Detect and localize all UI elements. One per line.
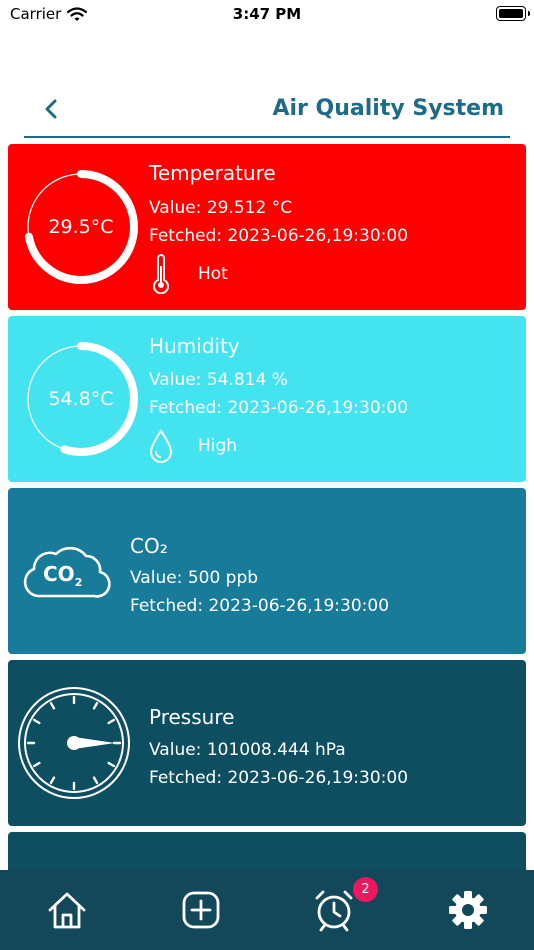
pressure-gauge-icon [18, 687, 130, 799]
pressure-card[interactable]: Pressure Value: 101008.444 hPa Fetched: … [8, 660, 526, 826]
co2-icon-co: CO [43, 562, 75, 586]
humidity-card[interactable]: 54.8°C Humidity Value: 54.814 % Fetched:… [8, 316, 526, 482]
co2-value: Value: 500 ppb [130, 568, 259, 588]
back-chevron-icon[interactable] [40, 95, 64, 123]
status-bar: Carrier 3:47 PM [0, 0, 534, 28]
thermometer-icon [153, 254, 169, 294]
humidity-title: Humidity [149, 334, 240, 358]
add-icon[interactable] [179, 888, 223, 932]
temperature-status: Hot [198, 264, 228, 284]
co2-cloud-icon: CO2 [20, 538, 112, 604]
home-icon[interactable] [45, 888, 89, 932]
water-drop-icon [149, 429, 173, 463]
humidity-status: High [198, 436, 238, 456]
humidity-fetched: Fetched: 2023-06-26,19:30:00 [149, 398, 409, 418]
humidity-gauge: 54.8°C [21, 339, 141, 459]
pressure-title: Pressure [149, 705, 235, 729]
pressure-fetched: Fetched: 2023-06-26,19:30:00 [149, 768, 409, 788]
temperature-title: Temperature [149, 161, 276, 185]
alarm-badge: 2 [353, 877, 378, 902]
settings-icon[interactable] [446, 888, 490, 932]
tab-bar [0, 870, 534, 950]
co2-icon-sub: 2 [74, 576, 83, 589]
temperature-gauge-value: 29.5°C [48, 216, 114, 238]
alarm-icon[interactable] [312, 888, 356, 932]
temperature-value: Value: 29.512 °C [149, 198, 293, 218]
humidity-gauge-value: 54.8°C [48, 388, 114, 410]
temperature-card[interactable]: 29.5°C Temperature Value: 29.512 °C Fetc… [8, 144, 526, 310]
navigation-bar: Air Quality System [24, 90, 510, 138]
temperature-gauge: 29.5°C [21, 167, 141, 287]
humidity-value: Value: 54.814 % [149, 370, 288, 390]
page-title: Air Quality System [272, 96, 504, 121]
clock: 3:47 PM [232, 5, 302, 23]
co2-fetched: Fetched: 2023-06-26,19:30:00 [130, 596, 390, 616]
co2-icon-text: CO2 [43, 562, 82, 589]
temperature-fetched: Fetched: 2023-06-26,19:30:00 [149, 226, 409, 246]
battery-icon [496, 6, 530, 21]
co2-title: CO₂ [130, 534, 168, 558]
co2-card[interactable]: CO2 CO₂ Value: 500 ppb Fetched: 2023-06-… [8, 488, 526, 654]
pressure-value: Value: 101008.444 hPa [149, 740, 346, 760]
